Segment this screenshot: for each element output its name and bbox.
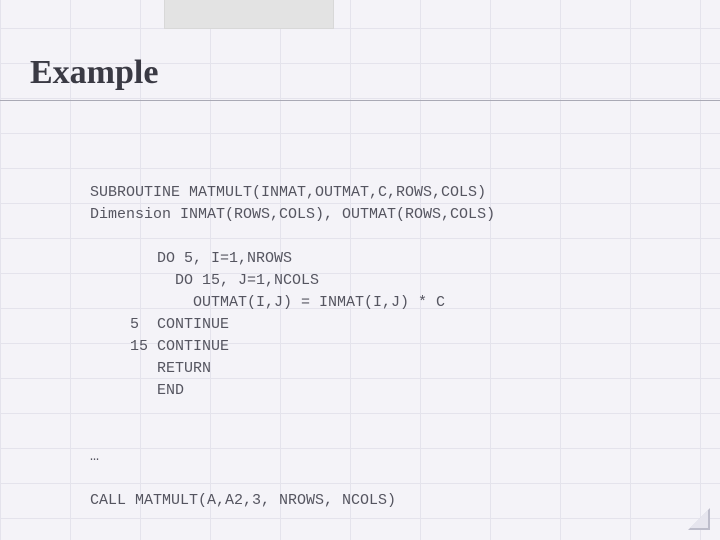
- code-block: SUBROUTINE MATMULT(INMAT,OUTMAT,C,ROWS,C…: [90, 160, 495, 512]
- code-line: DO 15, J=1,NCOLS: [130, 272, 319, 289]
- code-line: 15 CONTINUE: [130, 338, 229, 355]
- code-line: DO 5, I=1,NROWS: [130, 250, 292, 267]
- heading-underline: [0, 100, 720, 101]
- code-line: RETURN: [130, 360, 211, 377]
- page-curl-icon: [688, 508, 710, 530]
- code-line: SUBROUTINE MATMULT(INMAT,OUTMAT,C,ROWS,C…: [90, 184, 486, 201]
- code-line: OUTMAT(I,J) = INMAT(I,J) * C: [130, 294, 445, 311]
- code-line: Dimension INMAT(ROWS,COLS), OUTMAT(ROWS,…: [90, 206, 495, 223]
- code-line: CALL MATMULT(A,A2,3, NROWS, NCOLS): [90, 492, 396, 509]
- slide-heading: Example: [30, 54, 158, 92]
- code-line: END: [130, 382, 184, 399]
- title-bar-placeholder: [164, 0, 334, 29]
- code-line: 5 CONTINUE: [130, 316, 229, 333]
- code-ellipsis: …: [90, 448, 99, 465]
